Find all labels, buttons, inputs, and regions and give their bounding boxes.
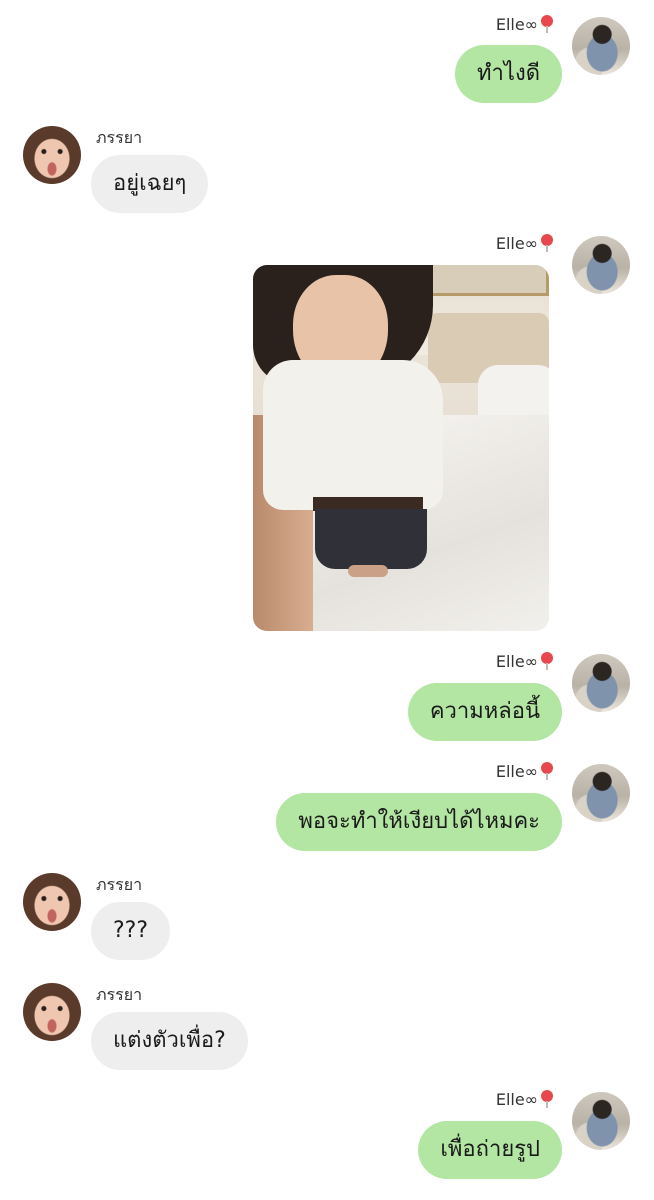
message-bubble[interactable]: แต่งตัวเพื่อ? <box>91 1012 248 1070</box>
sender-name: Elle∞ <box>496 234 554 253</box>
message-bubble[interactable]: ทำไงดี <box>455 45 562 103</box>
sender-name: Elle∞ <box>496 762 554 781</box>
photo-message[interactable] <box>253 265 549 631</box>
photo-shirt <box>263 360 443 510</box>
sender-name: Elle∞ <box>496 652 554 671</box>
avatar[interactable] <box>572 1092 630 1150</box>
photo-jeans <box>315 509 427 569</box>
message-bubble[interactable]: ความหล่อนี้ <box>407 683 562 741</box>
red-balloon-icon <box>540 15 554 33</box>
avatar[interactable] <box>572 764 630 822</box>
photo-feet <box>348 565 388 577</box>
sender-name: ภรรยา <box>96 985 143 1004</box>
sender-name: ภรรยา <box>96 875 143 894</box>
red-balloon-icon <box>540 652 554 670</box>
red-balloon-icon <box>540 234 554 252</box>
avatar[interactable] <box>572 654 630 712</box>
message-bubble[interactable]: พอจะทำให้เงียบได้ไหมคะ <box>276 793 562 851</box>
sender-name: Elle∞ <box>496 1090 554 1109</box>
avatar[interactable] <box>23 126 81 184</box>
avatar[interactable] <box>572 17 630 75</box>
sender-name: Elle∞ <box>496 15 554 34</box>
message-bubble[interactable]: อยู่เฉยๆ <box>91 155 209 213</box>
message-bubble[interactable]: เพื่อถ่ายรูป <box>418 1121 562 1179</box>
avatar[interactable] <box>572 236 630 294</box>
avatar[interactable] <box>23 983 81 1041</box>
red-balloon-icon <box>540 762 554 780</box>
avatar[interactable] <box>23 873 81 931</box>
sender-name: ภรรยา <box>96 128 143 147</box>
message-bubble[interactable]: ??? <box>91 902 171 960</box>
red-balloon-icon <box>540 1090 554 1108</box>
